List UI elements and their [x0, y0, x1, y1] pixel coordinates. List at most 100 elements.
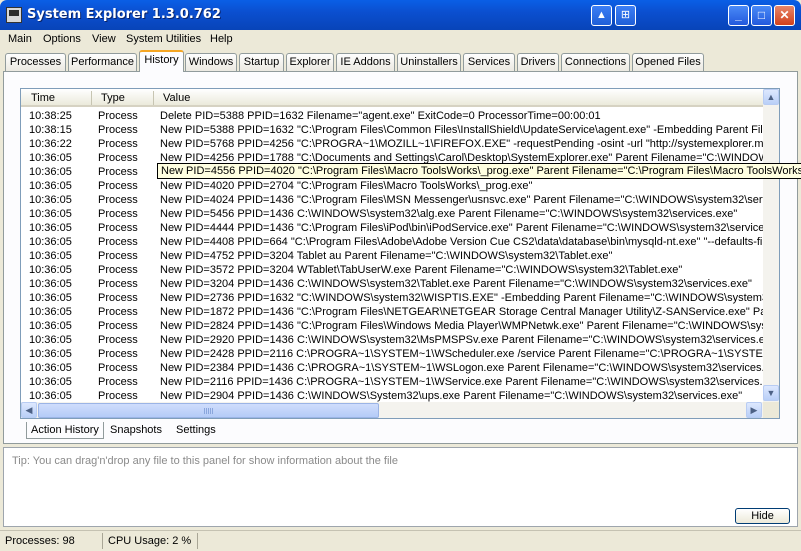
table-row[interactable]: 10:36:05 Process New PID=4444 PPID=1436 "C…	[21, 221, 763, 235]
tab-snapshots[interactable]: Snapshots	[106, 422, 168, 439]
cell-type: Process	[98, 278, 138, 290]
cell-type: Process	[98, 124, 138, 136]
cell-value: New PID=5456 PPID=1436 C:\WINDOWS\system…	[160, 208, 738, 220]
table-row[interactable]: 10:36:05 Process New PID=2428 PPID=2116 C:…	[21, 347, 763, 361]
cell-time: 10:36:05	[29, 236, 72, 248]
horizontal-scroll-thumb[interactable]	[38, 403, 379, 418]
cell-type: Process	[98, 110, 138, 122]
cell-value: New PID=3572 PPID=3204 WTablet\TabUserW.…	[160, 264, 683, 276]
tab-drivers[interactable]: Drivers	[517, 53, 559, 71]
tab-opened-files[interactable]: Opened Files	[632, 53, 704, 71]
cell-value: New PID=2736 PPID=1632 "C:\WINDOWS\syste…	[160, 292, 763, 304]
column-header-value[interactable]: Value	[163, 92, 190, 104]
tab-startup[interactable]: Startup	[239, 53, 284, 71]
status-processes: Processes: 98	[5, 535, 75, 547]
table-row[interactable]: 10:36:05 Process New PID=4408 PPID=664 "C:…	[21, 235, 763, 249]
tab-windows[interactable]: Windows	[185, 53, 237, 71]
cell-value: New PID=4024 PPID=1436 "C:\Program Files…	[160, 194, 763, 206]
menu-help[interactable]: Help	[210, 33, 233, 45]
table-row[interactable]: 10:36:05 Process New PID=4020 PPID=2704 "C…	[21, 179, 763, 193]
tab-connections[interactable]: Connections	[561, 53, 630, 71]
table-row[interactable]: 10:36:05 Process New PID=5456 PPID=1436 C:…	[21, 207, 763, 221]
tab-uninstallers[interactable]: Uninstallers	[397, 53, 461, 71]
table-row[interactable]: 10:36:05 Process New PID=2384 PPID=1436 C:…	[21, 361, 763, 375]
table-row[interactable]: 10:36:05 Process New PID=4752 PPID=3204 Ta…	[21, 249, 763, 263]
cell-value: New PID=3204 PPID=1436 C:\WINDOWS\system…	[160, 278, 752, 290]
table-row[interactable]: 10:36:22 Process New PID=5768 PPID=4256 "C…	[21, 137, 763, 151]
cell-type: Process	[98, 236, 138, 248]
cell-value: New PID=2824 PPID=1436 "C:\Program Files…	[160, 320, 763, 332]
menu-options[interactable]: Options	[43, 33, 81, 45]
table-row[interactable]: 10:36:05 Process New PID=2736 PPID=1632 "C…	[21, 291, 763, 305]
table-row[interactable]: 10:36:05 Process New PID=2116 PPID=1436 C:…	[21, 375, 763, 389]
vertical-scrollbar[interactable]: ▲ ▼	[763, 89, 779, 402]
menu-system-utilities[interactable]: System Utilities	[126, 33, 201, 45]
cell-time: 10:36:05	[29, 348, 72, 360]
cell-time: 10:38:25	[29, 110, 72, 122]
cell-time: 10:36:05	[29, 222, 72, 234]
title-bar[interactable]: System Explorer 1.3.0.762 ▲ ⊞ _ □ ✕	[0, 0, 801, 30]
tab-services[interactable]: Services	[463, 53, 515, 71]
cell-value: New PID=2428 PPID=2116 C:\PROGRA~1\SYSTE…	[160, 348, 763, 360]
scroll-right-icon[interactable]: ▶	[746, 402, 762, 418]
menu-view[interactable]: View	[92, 33, 116, 45]
cell-time: 10:36:05	[29, 306, 72, 318]
list-rows: 10:38:25 Process Delete PID=5388 PPID=1632…	[21, 109, 763, 402]
cell-time: 10:38:15	[29, 124, 72, 136]
column-divider[interactable]	[153, 91, 154, 105]
move-up-icon[interactable]: ▲	[591, 5, 612, 26]
file-info-drop-panel[interactable]: Tip: You can drag'n'drop any file to thi…	[3, 447, 798, 527]
scroll-up-icon[interactable]: ▲	[763, 89, 779, 105]
tab-processes[interactable]: Processes	[5, 53, 66, 71]
menu-main[interactable]: Main	[8, 33, 32, 45]
cell-value: New PID=5388 PPID=1632 "C:\Program Files…	[160, 124, 763, 136]
cell-type: Process	[98, 348, 138, 360]
table-row[interactable]: 10:36:05 Process New PID=2824 PPID=1436 "C…	[21, 319, 763, 333]
cell-value: New PID=2384 PPID=1436 C:\PROGRA~1\SYSTE…	[160, 362, 763, 374]
history-list[interactable]: Time Type Value 10:38:25 Process Delete PI…	[20, 88, 780, 419]
cell-type: Process	[98, 264, 138, 276]
cell-time: 10:36:05	[29, 278, 72, 290]
tab-ie-addons[interactable]: IE Addons	[336, 53, 395, 71]
table-row[interactable]: 10:36:05 Process New PID=3204 PPID=1436 C:…	[21, 277, 763, 291]
cell-time: 10:36:05	[29, 390, 72, 402]
scroll-left-icon[interactable]: ◀	[21, 402, 37, 418]
table-row[interactable]: 10:36:05 Process New PID=2920 PPID=1436 C:…	[21, 333, 763, 347]
horizontal-scrollbar[interactable]: ◀ ▶	[21, 402, 763, 418]
tab-settings[interactable]: Settings	[172, 422, 228, 439]
table-row[interactable]: 10:38:25 Process Delete PID=5388 PPID=1632…	[21, 109, 763, 123]
cell-type: Process	[98, 320, 138, 332]
table-row[interactable]: 10:36:05 Process New PID=3572 PPID=3204 WT…	[21, 263, 763, 277]
minimize-button[interactable]: _	[728, 5, 749, 26]
table-row[interactable]: 10:36:05 Process New PID=1872 PPID=1436 "C…	[21, 305, 763, 319]
cell-type: Process	[98, 166, 138, 178]
cell-type: Process	[98, 292, 138, 304]
info-tip: Tip: You can drag'n'drop any file to thi…	[12, 455, 398, 467]
tab-performance[interactable]: Performance	[68, 53, 137, 71]
cell-time: 10:36:05	[29, 362, 72, 374]
maximize-button[interactable]: □	[751, 5, 772, 26]
status-divider	[197, 533, 198, 549]
close-button[interactable]: ✕	[774, 5, 795, 26]
table-row[interactable]: 10:36:05 Process New PID=2904 PPID=1436 C:…	[21, 389, 763, 402]
cell-time: 10:36:05	[29, 180, 72, 192]
cell-value: New PID=2904 PPID=1436 C:\WINDOWS\System…	[160, 390, 743, 402]
cell-value: New PID=2920 PPID=1436 C:\WINDOWS\system…	[160, 334, 763, 346]
column-header-time[interactable]: Time	[31, 92, 55, 104]
column-header-type[interactable]: Type	[101, 92, 125, 104]
cell-type: Process	[98, 208, 138, 220]
cell-time: 10:36:05	[29, 250, 72, 262]
pin-icon[interactable]: ⊞	[615, 5, 636, 26]
status-bar: Processes: 98 CPU Usage: 2 %	[0, 530, 801, 551]
column-divider[interactable]	[91, 91, 92, 105]
tab-explorer[interactable]: Explorer	[286, 53, 334, 71]
scroll-down-icon[interactable]: ▼	[763, 385, 779, 401]
table-row[interactable]: 10:38:15 Process New PID=5388 PPID=1632 "C…	[21, 123, 763, 137]
tab-action-history[interactable]: Action History	[26, 422, 104, 439]
list-header: Time Type Value	[21, 89, 763, 107]
status-divider	[102, 533, 103, 549]
tab-history[interactable]: History	[139, 50, 184, 72]
cell-time: 10:36:05	[29, 334, 72, 346]
hide-button[interactable]: Hide	[735, 508, 790, 524]
table-row[interactable]: 10:36:05 Process New PID=4024 PPID=1436 "C…	[21, 193, 763, 207]
